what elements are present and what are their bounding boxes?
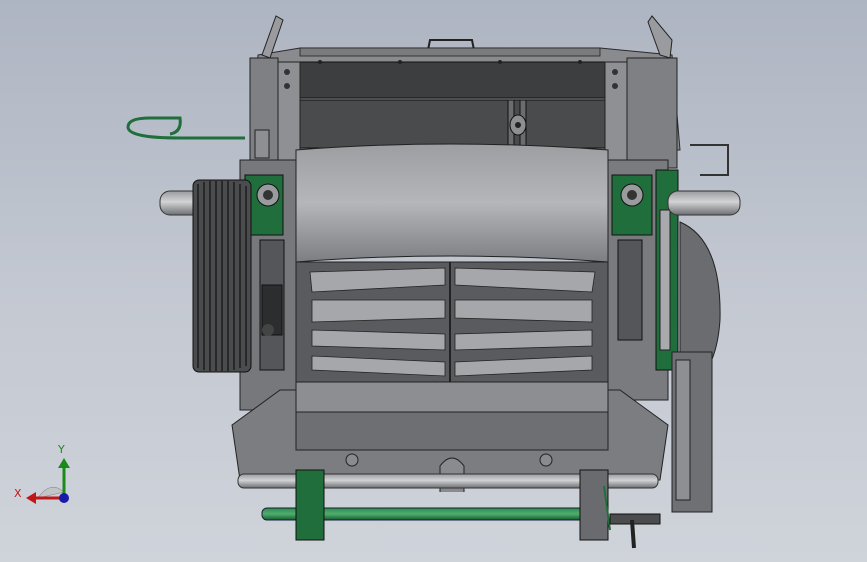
triad-y-label: Y <box>58 443 65 456</box>
machine-model-render <box>26 15 741 549</box>
bottom-rods <box>237 469 661 549</box>
axis-triad <box>26 458 70 504</box>
main-drum-cover <box>295 143 609 263</box>
cad-viewport[interactable]: Y X <box>0 0 867 562</box>
inner-blade-assembly <box>295 261 609 383</box>
left-shaft-pulley <box>159 179 252 373</box>
triad-x-label: X <box>14 487 22 500</box>
